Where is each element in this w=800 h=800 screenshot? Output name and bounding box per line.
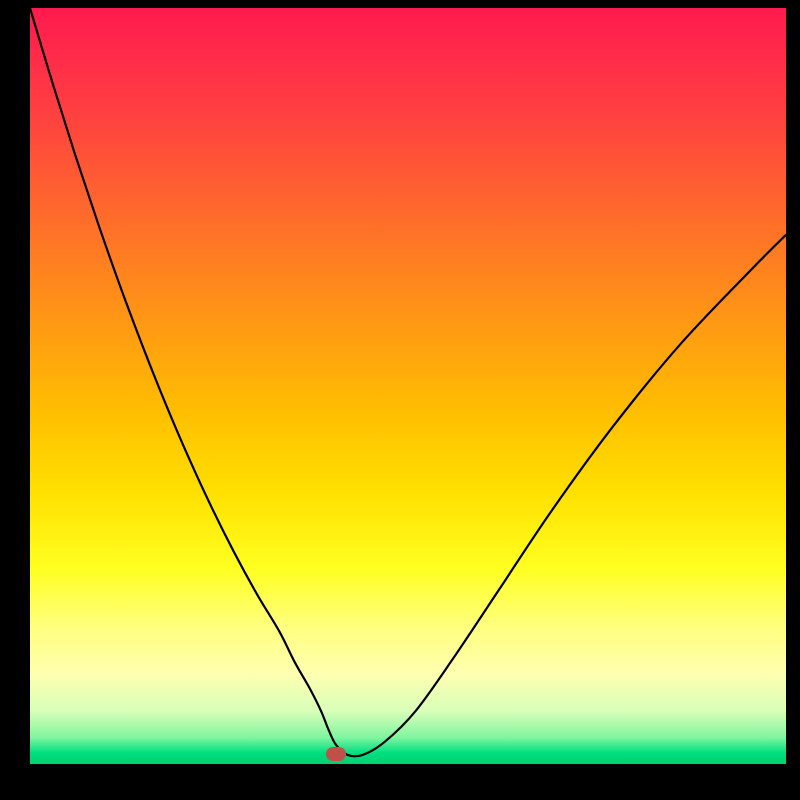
bottleneck-curve xyxy=(30,8,786,764)
optimal-point-marker xyxy=(326,747,346,761)
chart-frame xyxy=(30,8,786,764)
